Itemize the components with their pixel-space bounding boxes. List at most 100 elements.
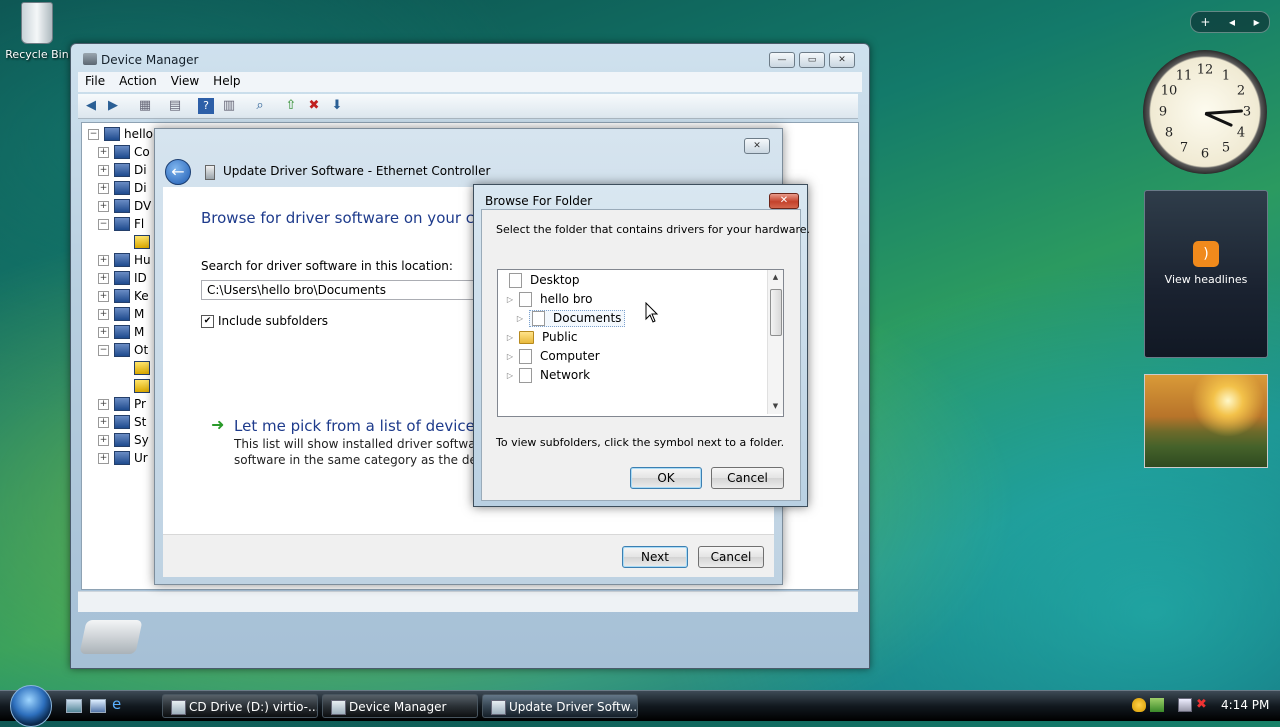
maximize-button[interactable]: ▭ (799, 52, 825, 68)
folder-item-public[interactable]: ▷ Public (505, 328, 578, 346)
tree-item[interactable]: + ID (98, 269, 147, 287)
scroll-up-button[interactable]: ▲ (768, 270, 783, 285)
show-desktop-icon[interactable] (66, 699, 82, 713)
tree-item[interactable]: + Pr (98, 395, 146, 413)
sidebar-next-button[interactable]: ▸ (1254, 15, 1260, 29)
tree-item[interactable]: + Sy (98, 431, 149, 449)
tree-item[interactable]: + Co (98, 143, 150, 161)
expand-icon[interactable]: + (98, 272, 109, 284)
windows-update-icon[interactable] (1150, 698, 1164, 712)
clock-gadget[interactable]: 12 1 2 3 4 5 6 7 8 9 10 11 (1143, 50, 1267, 174)
dialog-close-button[interactable]: ✕ (769, 193, 799, 209)
collapse-icon[interactable]: − (98, 218, 109, 230)
tree-subitem[interactable] (134, 359, 154, 377)
menu-file[interactable]: File (78, 72, 112, 92)
feed-headlines-gadget[interactable]: ) View headlines (1144, 190, 1268, 358)
folder-item-desktop[interactable]: Desktop (509, 271, 580, 289)
expand-icon[interactable]: + (98, 146, 109, 158)
path-input[interactable]: C:\Users\hello bro\Documents (201, 280, 491, 300)
tree-root[interactable]: − hellob (88, 125, 161, 143)
back-arrow-icon[interactable]: ← (165, 159, 191, 185)
scroll-down-button[interactable]: ▼ (768, 399, 783, 414)
enable-device-icon[interactable]: ⬇ (329, 98, 345, 114)
tree-item[interactable]: + Ur (98, 449, 148, 467)
pick-from-list-link[interactable]: Let me pick from a list of device dri (234, 417, 500, 435)
help-icon[interactable]: ? (198, 98, 214, 114)
expand-icon[interactable]: + (98, 452, 109, 464)
collapse-icon[interactable]: − (88, 128, 99, 140)
tree-item[interactable]: + Hu (98, 251, 151, 269)
recycle-bin-icon[interactable]: Recycle Bin (4, 2, 70, 61)
expand-icon[interactable]: + (98, 254, 109, 266)
expand-icon[interactable]: + (98, 164, 109, 176)
minimize-button[interactable]: — (769, 52, 795, 68)
slideshow-gadget[interactable] (1144, 374, 1268, 468)
uninstall-icon[interactable]: ✖ (306, 98, 322, 114)
folder-item-documents[interactable]: ▷ Documents (515, 309, 626, 327)
expand-icon[interactable]: + (98, 290, 109, 302)
menu-action[interactable]: Action (112, 72, 164, 92)
add-gadget-button[interactable]: + (1200, 15, 1210, 29)
view-icon[interactable]: ▥ (221, 98, 237, 114)
ok-button[interactable]: OK (630, 467, 702, 489)
properties-icon[interactable]: ▤ (167, 98, 183, 114)
scan-hardware-icon[interactable]: ⌕ (252, 98, 268, 114)
sidebar-prev-button[interactable]: ◂ (1229, 15, 1235, 29)
expand-icon[interactable]: + (98, 434, 109, 446)
tree-item[interactable]: + St (98, 413, 146, 431)
expand-icon[interactable]: + (98, 416, 109, 428)
include-subfolders-checkbox[interactable]: ✔ (201, 314, 214, 328)
tree-item[interactable]: + Ke (98, 287, 149, 305)
device-icon (114, 253, 130, 267)
forward-arrow-icon[interactable]: ▶ (105, 98, 121, 114)
expand-icon[interactable]: + (98, 326, 109, 338)
back-arrow-icon[interactable]: ◀ (83, 98, 99, 114)
expand-icon[interactable]: + (98, 308, 109, 320)
vertical-scrollbar[interactable]: ▲ ▼ (767, 270, 783, 414)
expand-icon[interactable]: + (98, 182, 109, 194)
expand-arrow-icon[interactable]: ▷ (505, 352, 515, 361)
expand-arrow-icon[interactable]: ▷ (505, 371, 515, 380)
expand-arrow-icon[interactable]: ▷ (515, 314, 525, 323)
folder-item-computer[interactable]: ▷ Computer (505, 347, 600, 365)
switch-windows-icon[interactable] (90, 699, 106, 713)
update-driver-icon[interactable]: ⇧ (283, 98, 299, 114)
expand-icon[interactable]: + (98, 200, 109, 212)
volume-muted-icon[interactable]: ✖ (1196, 698, 1210, 712)
taskbar-button-update-driver[interactable]: Update Driver Softw... (482, 694, 638, 718)
expand-arrow-icon[interactable]: ▷ (505, 333, 515, 342)
dialog-cancel-button[interactable]: Cancel (711, 467, 784, 489)
toolbar: ◀ ▶ ▦ ▤ ? ▥ ⌕ ⇧ ✖ ⬇ (78, 94, 858, 119)
next-button[interactable]: Next (622, 546, 688, 568)
clock-number: 1 (1221, 68, 1231, 84)
tree-item[interactable]: + DV (98, 197, 151, 215)
cancel-button[interactable]: Cancel (698, 546, 764, 568)
start-orb-icon[interactable] (10, 685, 52, 727)
tree-item[interactable]: − Ot (98, 341, 148, 359)
network-status-icon[interactable] (1178, 698, 1192, 712)
tree-item[interactable]: − Fl (98, 215, 144, 233)
menu-view[interactable]: View (164, 72, 206, 92)
menu-help[interactable]: Help (206, 72, 247, 92)
folder-label: Computer (540, 349, 600, 363)
taskbar-clock[interactable]: 4:14 PM (1221, 698, 1269, 712)
folder-item-network[interactable]: ▷ Network (505, 366, 590, 384)
tree-item[interactable]: + M (98, 323, 144, 341)
scroll-thumb[interactable] (770, 289, 782, 336)
tree-item[interactable]: + Di (98, 161, 147, 179)
collapse-icon[interactable]: − (98, 344, 109, 356)
expand-arrow-icon[interactable]: ▷ (505, 295, 515, 304)
close-button[interactable]: ✕ (829, 52, 855, 68)
folder-item-hello-bro[interactable]: ▷ hello bro (505, 290, 592, 308)
internet-explorer-icon[interactable]: e (112, 697, 126, 712)
tree-subitem[interactable] (134, 377, 154, 395)
security-shield-icon[interactable] (1132, 698, 1146, 712)
tree-item[interactable]: + Di (98, 179, 147, 197)
tree-item[interactable]: + M (98, 305, 144, 323)
include-subfolders-row[interactable]: ✔ Include subfolders (201, 314, 328, 328)
show-hide-tree-icon[interactable]: ▦ (137, 98, 153, 114)
tree-subitem[interactable] (134, 233, 154, 251)
expand-icon[interactable]: + (98, 398, 109, 410)
taskbar-button-device-manager[interactable]: Device Manager (322, 694, 478, 718)
taskbar-button-cd-drive[interactable]: CD Drive (D:) virtio-... (162, 694, 318, 718)
